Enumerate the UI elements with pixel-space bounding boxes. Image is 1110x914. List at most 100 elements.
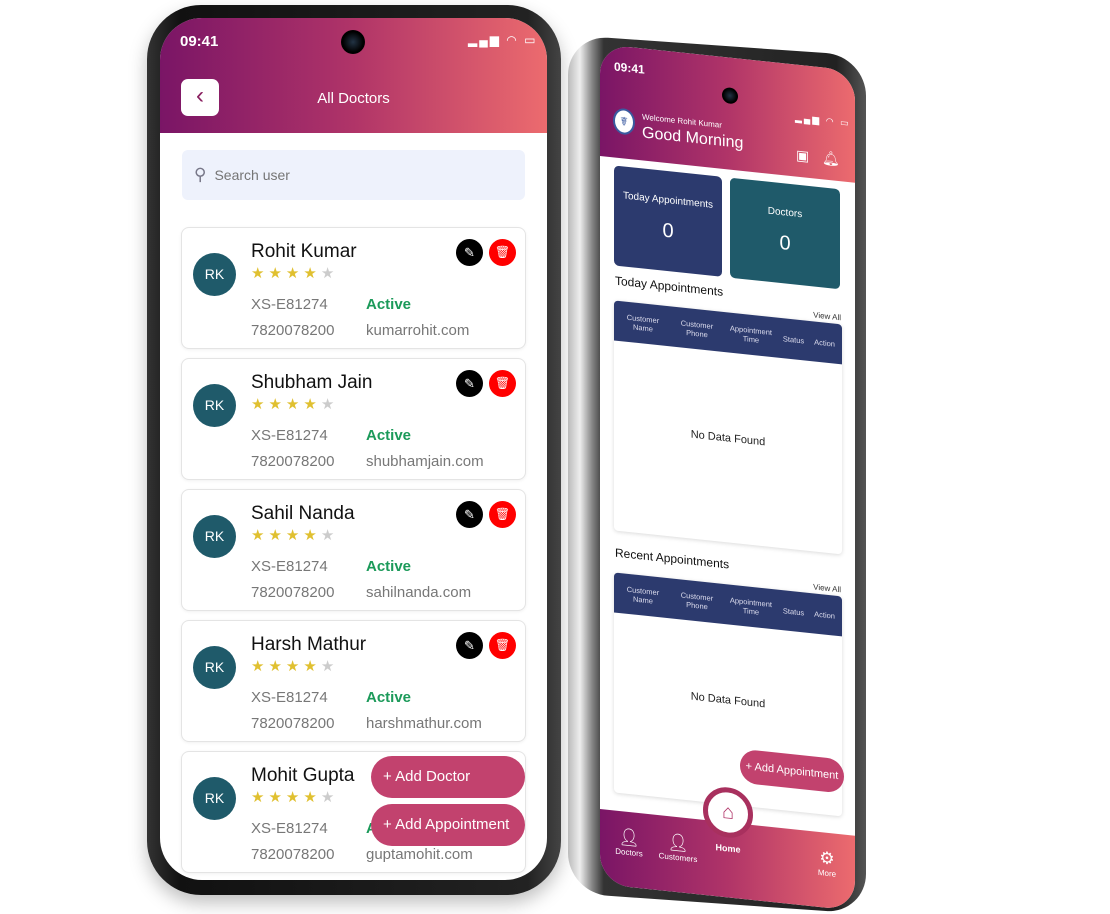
empty-state: No Data Found <box>690 428 766 449</box>
column-header: Customer Phone <box>680 318 714 340</box>
doctor-website[interactable]: kumarrohit.com <box>366 322 469 339</box>
column-header: Status <box>782 333 805 345</box>
star-icon: ★ <box>268 396 286 413</box>
column-header: Appointment Time <box>729 323 772 345</box>
dashboard-screen: 09:41 ▂▄▆ ◠ ▭ ☤ Welcome Rohit Kumar Good… <box>600 44 855 911</box>
avatar: RK <box>193 384 236 427</box>
search-input[interactable] <box>214 167 475 183</box>
today-appointments-title: Today Appointments <box>615 273 724 299</box>
delete-button[interactable]: 🗑︎ <box>489 239 516 266</box>
doctor-name: Sahil Nanda <box>251 503 355 524</box>
doctor-website[interactable]: sahilnanda.com <box>366 584 471 601</box>
star-icon: ★ <box>268 658 286 675</box>
doctor-id: XS-E81274 <box>251 820 328 837</box>
stat-label: Today Appointments <box>622 190 714 211</box>
doctor-website[interactable]: harshmathur.com <box>366 715 482 732</box>
bell-icon[interactable]: 🔔︎ <box>822 149 840 168</box>
search-bar[interactable]: ⚲ <box>182 150 525 200</box>
rating-stars: ★★★★★ <box>251 264 338 282</box>
star-icon: ★ <box>303 527 321 544</box>
nav-label: More <box>817 867 837 879</box>
doctor-id: XS-E81274 <box>251 296 328 313</box>
stat-label: Doctors <box>767 205 803 221</box>
star-icon: ★ <box>320 396 339 413</box>
star-icon: ★ <box>251 789 269 806</box>
page-title: All Doctors <box>317 90 390 107</box>
pencil-icon: ✎ <box>464 376 475 391</box>
edit-button[interactable]: ✎ <box>456 370 483 397</box>
avatar: RK <box>193 777 236 820</box>
avatar: RK <box>193 646 236 689</box>
doctor-id: XS-E81274 <box>251 427 328 444</box>
star-icon: ★ <box>303 789 321 806</box>
table-header: Customer Name Customer Phone Appointment T… <box>614 572 842 637</box>
rating-stars: ★★★★★ <box>251 395 338 413</box>
star-icon: ★ <box>285 265 304 282</box>
doctor-name: Rohit Kumar <box>251 241 357 262</box>
nav-label: Doctors <box>615 846 643 859</box>
today-view-all-link[interactable]: View All <box>813 310 841 322</box>
doctor-card[interactable]: RK Shubham Jain ★★★★★ XS-E81274 Active 782007… <box>181 358 526 480</box>
header: 09:41 ▂▄▆ ◠ ▭ ‹ All Doctors <box>160 18 547 133</box>
column-header: Customer Phone <box>680 590 714 612</box>
doctor-website[interactable]: shubhamjain.com <box>366 453 484 470</box>
pencil-icon: ✎ <box>464 245 475 260</box>
add-doctor-button[interactable]: + Add Doctor <box>371 756 525 798</box>
column-header: Action <box>814 337 835 349</box>
status-icons: ▂▄▆ ◠ ▭ <box>795 112 851 129</box>
star-icon: ★ <box>320 265 339 282</box>
column-header: Customer Name <box>626 584 660 606</box>
doctor-phone: 7820078200 <box>251 846 335 863</box>
star-icon: ★ <box>268 527 286 544</box>
doctor-name: Mohit Gupta <box>251 765 355 786</box>
delete-button[interactable]: 🗑︎ <box>489 632 516 659</box>
edit-button[interactable]: ✎ <box>456 501 483 528</box>
doctor-icon: 👤︎ <box>618 826 640 849</box>
doctor-card[interactable]: RK Rohit Kumar ★★★★★ XS-E81274 Active 7820078… <box>181 227 526 349</box>
doctor-phone: 7820078200 <box>251 584 335 601</box>
star-icon: ★ <box>320 789 339 806</box>
wallet-icon[interactable]: ▣ <box>796 147 809 165</box>
stat-today-appointments[interactable]: Today Appointments 0 <box>614 165 722 277</box>
recent-view-all-link[interactable]: View All <box>813 582 841 594</box>
doctor-phone: 7820078200 <box>251 322 335 339</box>
doctor-name: Shubham Jain <box>251 372 373 393</box>
nav-doctors[interactable]: 👤︎ Doctors <box>604 825 654 859</box>
stat-value: 0 <box>779 231 791 256</box>
column-header: Action <box>814 609 835 621</box>
left-phone-frame: 09:41 ▂▄▆ ◠ ▭ ‹ All Doctors ⚲ RK Rohit Ku… <box>147 5 561 895</box>
delete-button[interactable]: 🗑︎ <box>489 501 516 528</box>
edit-button[interactable]: ✎ <box>456 239 483 266</box>
status-icons: ▂▄▆ ◠ ▭ <box>468 33 538 47</box>
recent-appointments-title: Recent Appointments <box>615 545 730 572</box>
empty-state: No Data Found <box>690 690 766 711</box>
star-icon: ★ <box>303 396 321 413</box>
status-badge: Active <box>366 558 412 575</box>
nav-customers[interactable]: 👤︎ Customers <box>653 831 703 865</box>
star-icon: ★ <box>320 527 339 544</box>
avatar: RK <box>193 515 236 558</box>
logo-icon: ☤ <box>613 107 635 136</box>
camera <box>341 30 365 54</box>
avatar: RK <box>193 253 236 296</box>
status-time: 09:41 <box>180 33 219 50</box>
greeting: Good Morning <box>642 124 744 153</box>
add-appointment-button[interactable]: + Add Appointment <box>371 804 525 846</box>
star-icon: ★ <box>285 789 304 806</box>
doctor-card[interactable]: RK Harsh Mathur ★★★★★ XS-E81274 Active 782007… <box>181 620 526 742</box>
camera <box>722 86 738 105</box>
rating-stars: ★★★★★ <box>251 657 338 675</box>
home-icon: ⌂ <box>721 800 735 825</box>
trash-icon: 🗑︎ <box>494 245 511 259</box>
search-icon: ⚲ <box>194 165 207 184</box>
stat-doctors[interactable]: Doctors 0 <box>730 177 840 290</box>
delete-button[interactable]: 🗑︎ <box>489 370 516 397</box>
doctor-card[interactable]: RK Sahil Nanda ★★★★★ XS-E81274 Active 7820078… <box>181 489 526 611</box>
doctor-name: Harsh Mathur <box>251 634 367 655</box>
star-icon: ★ <box>251 527 269 544</box>
star-icon: ★ <box>285 658 304 675</box>
edit-button[interactable]: ✎ <box>456 632 483 659</box>
nav-more[interactable]: ⚙ More <box>802 846 852 880</box>
doctor-website[interactable]: guptamohit.com <box>366 846 473 863</box>
star-icon: ★ <box>285 527 304 544</box>
